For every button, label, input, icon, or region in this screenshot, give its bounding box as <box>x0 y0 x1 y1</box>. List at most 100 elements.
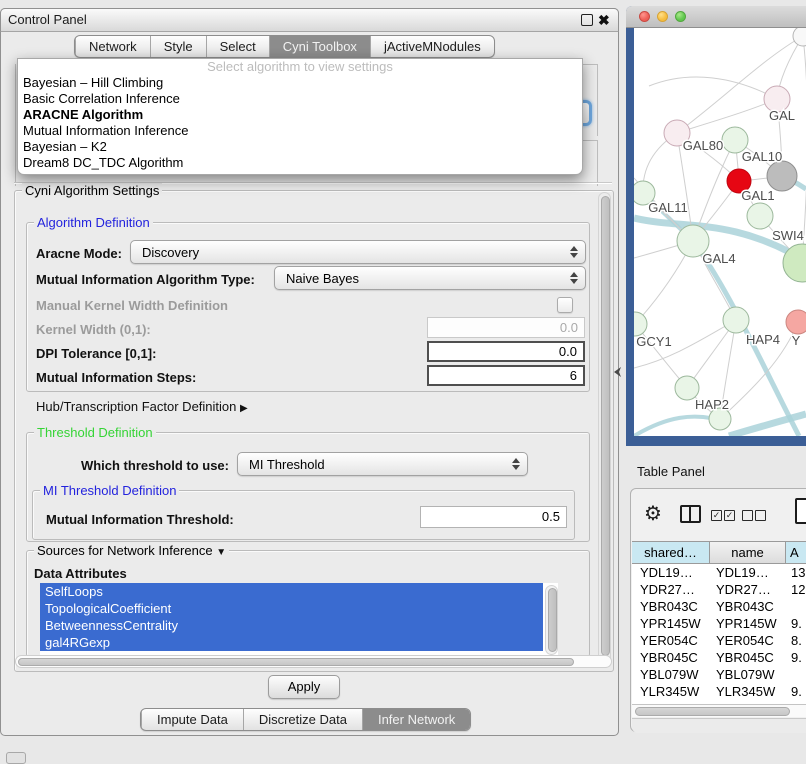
mi-threshold-field[interactable]: 0.5 <box>420 506 567 528</box>
kernel-width-label: Kernel Width (0,1): <box>36 322 151 337</box>
bottom-tab[interactable]: Discretize Data <box>243 709 362 730</box>
attribute-list-scrollbar-thumb[interactable] <box>548 588 557 652</box>
network-canvas[interactable]: GALGAL80GAL10GAL1GAL11SWI4GAL4GCY1HAP4YH… <box>634 28 806 436</box>
algorithm-list-item[interactable]: Mutual Information Inference <box>18 123 582 139</box>
network-node-swi4[interactable] <box>747 203 773 229</box>
algorithm-list-item[interactable]: Bayesian – K2 <box>18 139 582 155</box>
zoom-traffic-icon[interactable] <box>675 11 686 22</box>
attribute-list-item[interactable]: TopologicalCoefficient <box>40 600 543 617</box>
aracne-mode-label: Aracne Mode: <box>36 246 122 261</box>
data-attributes-list[interactable]: SelfLoops TopologicalCoefficient Between… <box>40 583 558 657</box>
table-row[interactable]: YBR045C YBR045C 9. <box>632 649 806 666</box>
table-hscrollbar[interactable] <box>632 704 806 717</box>
network-window-titlebar[interactable] <box>626 6 806 28</box>
kernel-width-value: 0.0 <box>560 320 578 335</box>
algorithm-list-item[interactable]: Bayesian – Hill Climbing <box>18 75 582 91</box>
attribute-list-item[interactable]: SelfLoops <box>40 583 543 600</box>
network-edge[interactable] <box>677 99 777 133</box>
bottom-tab-label: Discretize Data <box>259 712 347 727</box>
which-threshold-label: Which threshold to use: <box>36 458 229 473</box>
settings-scrollbar-thumb[interactable] <box>601 196 610 656</box>
table-row[interactable]: YBL079W YBL079W <box>632 666 806 683</box>
kernel-width-field[interactable]: 0.0 <box>427 317 585 338</box>
manual-kernel-checkbox[interactable] <box>557 297 573 313</box>
table-header-shared-name[interactable]: shared… <box>632 542 710 563</box>
cell-name: YBL079W <box>710 666 786 683</box>
attribute-list-scrollbar[interactable] <box>545 585 558 655</box>
table-body[interactable]: YDL19… YDL19… 13 YDR27… YDR27… 12 YBR043… <box>632 564 806 704</box>
control-panel-titlebar[interactable] <box>0 8 619 32</box>
attribute-label: TopologicalCoefficient <box>45 601 171 616</box>
mi-type-combo[interactable]: Naive Bayes <box>274 266 586 290</box>
node-label-gal4: GAL4 <box>702 251 735 266</box>
minimize-traffic-icon[interactable] <box>657 11 668 22</box>
hidden-group-border <box>597 64 598 136</box>
screen: Control Panel ✖ Network Style Select Cyn… <box>0 0 806 762</box>
mi-steps-field[interactable]: 6 <box>427 365 585 386</box>
cyni-settings-title: Cyni Algorithm Settings <box>22 183 162 198</box>
attribute-list-item[interactable]: gal4RGexp <box>40 634 543 651</box>
network-node-y[interactable] <box>786 310 806 334</box>
tab[interactable]: Select <box>206 36 269 57</box>
cell-shared-name: YLR345W <box>632 683 710 700</box>
algorithm-list-item[interactable]: ARACNE Algorithm <box>18 107 582 123</box>
attribute-list-item[interactable]: BetweennessCentrality <box>40 617 543 634</box>
hub-section[interactable]: Hub/Transcription Factor Definition ▶ <box>36 399 248 414</box>
table-hscrollbar-thumb[interactable] <box>635 707 790 716</box>
tab[interactable]: Cyni Toolbox <box>269 36 370 57</box>
cell-value: 9. <box>786 615 806 632</box>
expanded-arrow-icon[interactable]: ▼ <box>216 547 226 558</box>
bottom-tab[interactable]: Infer Network <box>362 709 470 730</box>
cell-name: YBR045C <box>710 649 786 666</box>
tab[interactable]: jActiveMNodules <box>370 36 494 57</box>
dpi-tolerance-field[interactable]: 0.0 <box>427 341 585 362</box>
tab-label: Style <box>164 39 193 54</box>
select-all-check-icon[interactable]: ✓ <box>711 510 722 521</box>
tab[interactable]: Network <box>75 36 150 57</box>
table-panel-title: Table Panel <box>637 464 705 479</box>
network-edge[interactable] <box>649 77 777 99</box>
cell-shared-name: YER054C <box>632 632 710 649</box>
table-header-partial[interactable]: A <box>786 542 806 563</box>
apply-button[interactable]: Apply <box>268 675 340 699</box>
mini-panel-button[interactable] <box>6 752 26 764</box>
deselect-all-box-icon[interactable] <box>755 510 766 521</box>
table-row[interactable]: YDL19… YDL19… 13 <box>632 564 806 581</box>
collapsed-arrow-icon[interactable]: ▶ <box>240 403 248 414</box>
attribute-label: SelfLoops <box>45 584 103 599</box>
which-threshold-combo[interactable]: MI Threshold <box>237 452 528 476</box>
close-icon[interactable]: ✖ <box>598 9 610 31</box>
network-graph[interactable]: GALGAL80GAL10GAL1GAL11SWI4GAL4GCY1HAP4YH… <box>634 28 806 436</box>
table-row[interactable]: YDR27… YDR27… 12 <box>632 581 806 598</box>
select-all-check-icon[interactable]: ✓ <box>724 510 735 521</box>
table-row[interactable]: YPR145W YPR145W 9. <box>632 615 806 632</box>
settings-hscrollbar-thumb[interactable] <box>18 658 574 666</box>
gear-icon[interactable]: ⚙ <box>644 501 662 526</box>
cell-shared-name: YDR27… <box>632 581 710 598</box>
algorithm-list-item[interactable]: Basic Correlation Inference <box>18 91 582 107</box>
tab[interactable]: Style <box>150 36 206 57</box>
bottom-tab[interactable]: Impute Data <box>141 709 243 730</box>
deselect-all-box-icon[interactable] <box>742 510 753 521</box>
export-table-icon[interactable] <box>795 498 806 524</box>
tab-label: Network <box>89 39 137 54</box>
table-header-name[interactable]: name <box>710 542 786 563</box>
table-row[interactable]: YBR043C YBR043C <box>632 598 806 615</box>
network-node-gcy1[interactable] <box>634 312 647 336</box>
algorithm-list-item[interactable]: Dream8 DC_TDC Algorithm <box>18 155 582 171</box>
algorithm-label: Basic Correlation Inference <box>23 91 180 106</box>
table-row[interactable]: YLR345W YLR345W 9. <box>632 683 806 700</box>
table-row[interactable]: YER054C YER054C 8. <box>632 632 806 649</box>
settings-scrollbar[interactable] <box>598 192 611 668</box>
algorithm-dropdown-hint: Select algorithm to view settings <box>18 59 582 75</box>
network-node-top-partial[interactable] <box>793 28 806 46</box>
aracne-mode-combo[interactable]: Discovery <box>130 240 586 264</box>
settings-hscrollbar[interactable] <box>15 655 612 668</box>
tab-label: jActiveMNodules <box>384 39 481 54</box>
network-node-hap4[interactable] <box>723 307 749 333</box>
mi-type-label: Mutual Information Algorithm Type: <box>36 272 255 287</box>
column-layout-icon[interactable] <box>680 505 701 523</box>
float-window-icon[interactable] <box>581 14 593 26</box>
close-traffic-icon[interactable] <box>639 11 650 22</box>
network-node-gray[interactable] <box>767 161 797 191</box>
